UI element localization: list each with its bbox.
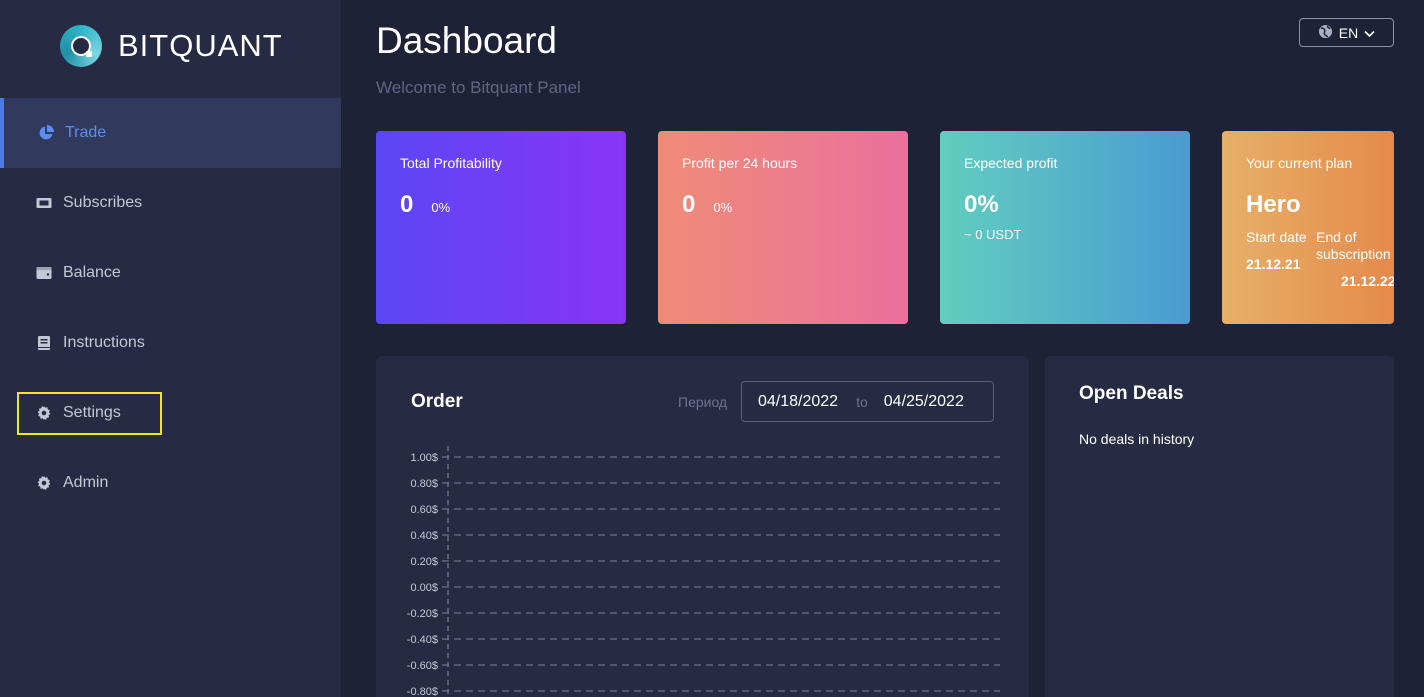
language-label: EN bbox=[1338, 24, 1359, 41]
card-title: Your current plan bbox=[1246, 155, 1353, 171]
plan-start-label: Start date bbox=[1246, 229, 1307, 245]
pie-chart-icon bbox=[37, 124, 55, 142]
plan-end-label: End of subscription bbox=[1316, 229, 1391, 262]
sidebar-item-trade[interactable]: Trade bbox=[0, 98, 341, 168]
total-profitability-card: Total Profitability 0 0% bbox=[376, 131, 626, 324]
card-title: Expected profit bbox=[964, 155, 1058, 171]
date-to[interactable]: 04/25/2022 bbox=[884, 393, 964, 411]
settings-highlight-box bbox=[17, 392, 162, 435]
card-value: 0 bbox=[682, 191, 696, 218]
card-value: 0 bbox=[400, 191, 414, 218]
page-subtitle: Welcome to Bitquant Panel bbox=[376, 78, 581, 97]
sidebar-item-instructions[interactable]: Instructions bbox=[0, 308, 341, 378]
period-label: Период bbox=[678, 394, 728, 410]
brand-name: BITQUANT bbox=[118, 28, 283, 63]
date-from[interactable]: 04/18/2022 bbox=[758, 393, 838, 411]
daily-profit-card: Profit per 24 hours 0 0% bbox=[658, 131, 908, 324]
y-tick-label: 0.20$ bbox=[410, 556, 438, 568]
y-tick-label: 0.40$ bbox=[410, 530, 438, 542]
y-tick-label: 1.00$ bbox=[410, 452, 438, 464]
card-percent: 0% bbox=[713, 200, 733, 215]
card-subvalue: ~ 0 USDT bbox=[964, 227, 1022, 242]
y-tick-label: -0.80$ bbox=[407, 686, 438, 697]
globe-icon bbox=[1318, 24, 1333, 42]
language-selector[interactable]: EN bbox=[1299, 18, 1394, 47]
book-icon bbox=[35, 334, 53, 352]
sidebar-item-label: Instructions bbox=[63, 334, 145, 351]
page-title: Dashboard bbox=[376, 20, 558, 61]
plan-end-value: 21.12.22 bbox=[1341, 273, 1394, 289]
plan-start-value: 21.12.21 bbox=[1246, 256, 1301, 272]
date-to-separator: to bbox=[856, 393, 868, 410]
y-tick-label: 0.60$ bbox=[410, 504, 438, 516]
card-title: Profit per 24 hours bbox=[682, 155, 798, 171]
wallet-icon bbox=[35, 264, 53, 282]
sidebar: BITQUANT Trade Subscribes Balance Instru… bbox=[0, 0, 341, 697]
order-chart: 1.00$ 0.80$ 0.60$ 0.40$ 0.20$ 0.00$ -0.20$ -0.4… bbox=[407, 446, 1000, 697]
y-tick-label: -0.60$ bbox=[407, 660, 438, 672]
brand-logo[interactable]: BITQUANT bbox=[60, 24, 283, 68]
card-title: Total Profitability bbox=[400, 155, 502, 171]
plan-name: Hero bbox=[1246, 191, 1301, 218]
sidebar-item-label: Balance bbox=[63, 264, 121, 281]
date-range-picker[interactable]: 04/18/2022 to 04/25/2022 bbox=[741, 381, 994, 422]
sidebar-item-label: Admin bbox=[63, 474, 109, 491]
sidebar-item-subscribes[interactable]: Subscribes bbox=[0, 168, 341, 238]
order-title: Order bbox=[411, 391, 463, 412]
y-tick-label: 0.00$ bbox=[410, 582, 438, 594]
card-percent: 0% bbox=[431, 200, 451, 215]
gear-icon bbox=[35, 474, 53, 492]
open-deals-panel: Open Deals No deals in history bbox=[1045, 356, 1394, 697]
sidebar-item-label: Trade bbox=[65, 124, 107, 141]
expected-profit-card: Expected profit 0% ~ 0 USDT bbox=[940, 131, 1190, 324]
no-deals-message: No deals in history bbox=[1079, 431, 1195, 447]
chevron-down-icon bbox=[1364, 25, 1375, 41]
sidebar-item-label: Subscribes bbox=[63, 194, 143, 211]
y-tick-label: -0.20$ bbox=[407, 608, 438, 620]
ticket-icon bbox=[35, 194, 53, 212]
y-tick-label: 0.80$ bbox=[410, 478, 438, 490]
order-panel: Order Период 04/18/2022 to 04/25/2022 1.… bbox=[376, 356, 1029, 697]
sidebar-item-balance[interactable]: Balance bbox=[0, 238, 341, 308]
y-tick-label: -0.40$ bbox=[407, 634, 438, 646]
current-plan-card: Your current plan Hero Start date 21.12.… bbox=[1222, 131, 1394, 324]
logo-icon bbox=[60, 25, 102, 67]
card-value: 0% bbox=[964, 191, 999, 218]
sidebar-item-admin[interactable]: Admin bbox=[0, 448, 341, 518]
open-deals-title: Open Deals bbox=[1079, 383, 1184, 404]
